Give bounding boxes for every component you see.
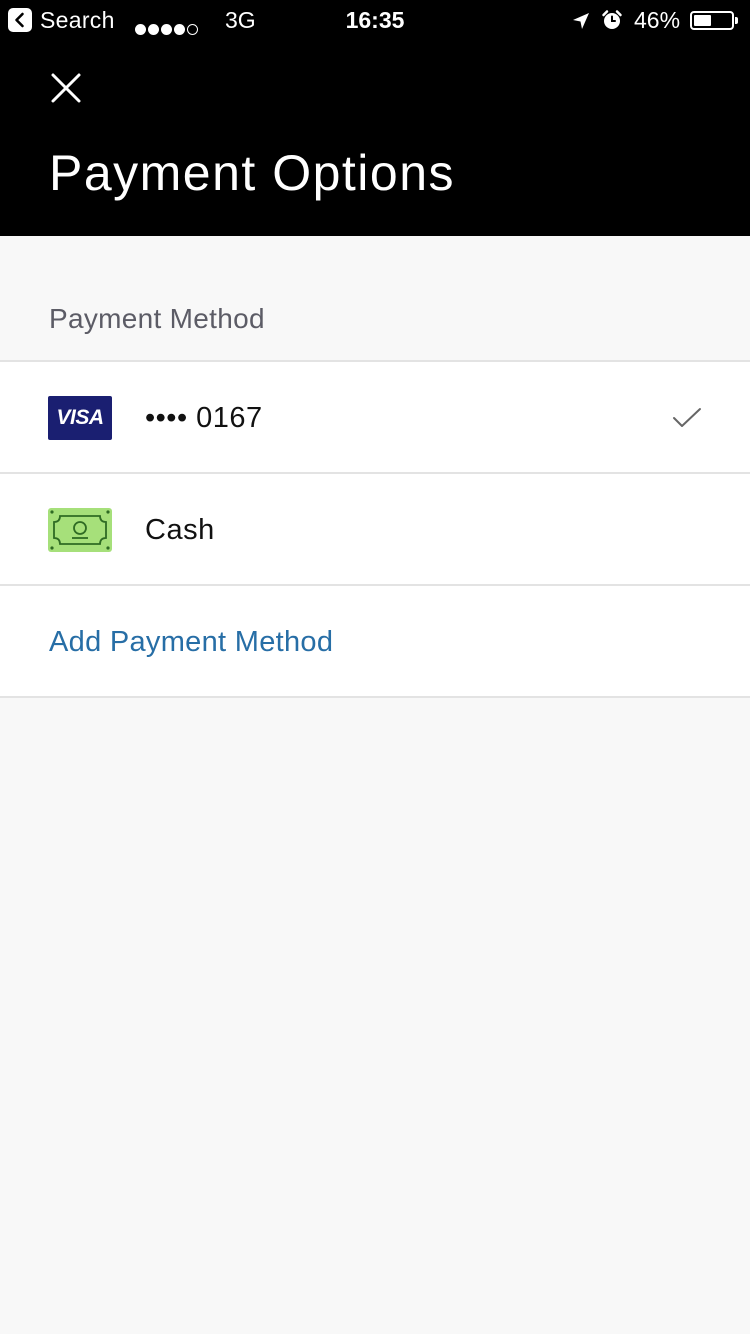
payment-method-cash[interactable]: Cash <box>0 474 750 586</box>
battery-level-fill <box>694 15 711 26</box>
battery-icon <box>690 11 734 30</box>
card-number-label: •••• 0167 <box>145 402 263 434</box>
status-bar: Search 3G 16:35 46% <box>0 0 750 40</box>
checkmark-icon <box>672 406 702 435</box>
add-payment-method-link[interactable]: Add Payment Method <box>49 622 333 662</box>
alarm-icon <box>601 9 623 37</box>
add-payment-method-row[interactable]: Add Payment Method <box>0 586 750 698</box>
battery-percentage: 46% <box>634 7 681 33</box>
close-icon <box>51 73 81 103</box>
visa-card-icon: VISA <box>48 396 112 440</box>
location-arrow-icon <box>571 10 591 37</box>
payment-method-list: VISA •••• 0167 Cash Add Payment Method <box>0 360 750 698</box>
page-title: Payment Options <box>49 145 456 201</box>
close-button[interactable] <box>42 64 90 112</box>
cash-icon <box>48 508 112 552</box>
battery-tip <box>735 17 738 24</box>
payment-method-visa[interactable]: VISA •••• 0167 <box>0 362 750 474</box>
header: Payment Options <box>0 40 750 236</box>
cash-label: Cash <box>145 514 215 546</box>
section-title: Payment Method <box>49 303 265 334</box>
